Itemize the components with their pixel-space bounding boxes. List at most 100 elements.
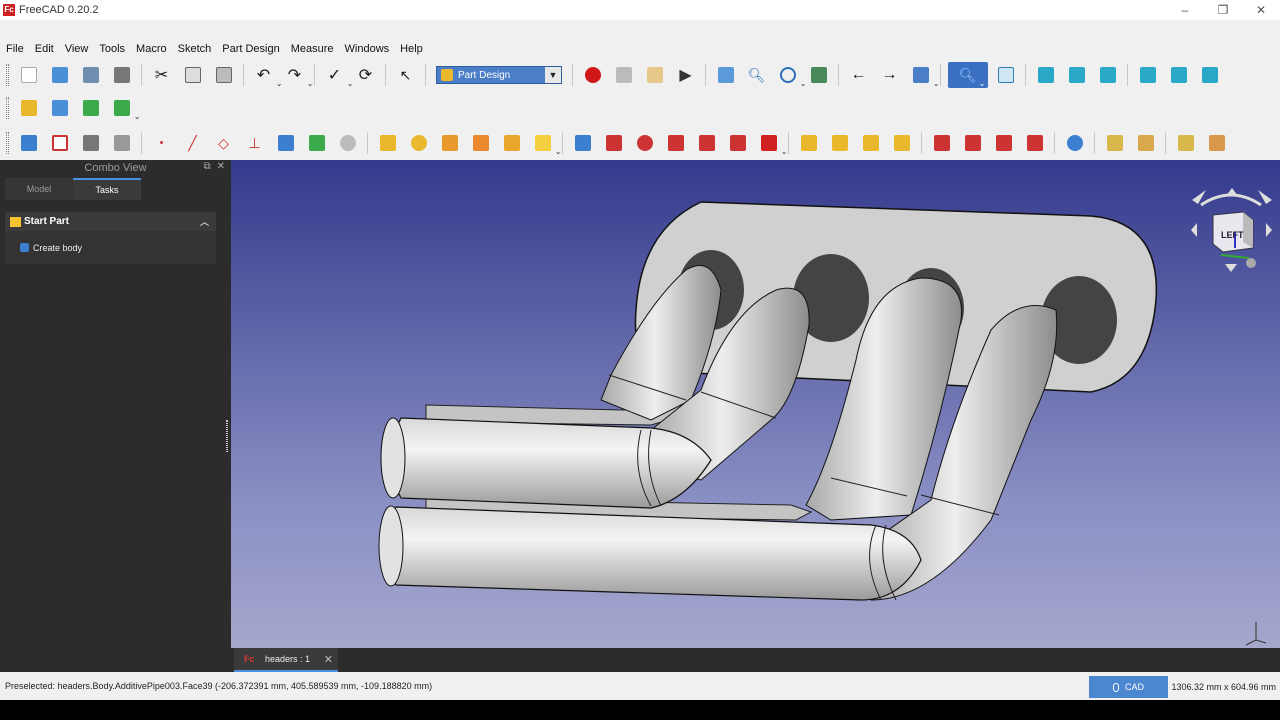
polar-pattern-button[interactable] xyxy=(858,130,884,156)
sprocket-button[interactable] xyxy=(335,130,361,156)
draft-button[interactable] xyxy=(991,130,1017,156)
macro-stop-button[interactable] xyxy=(611,62,637,88)
subtractive-primitive-button[interactable]: ⌄ xyxy=(756,130,788,156)
additive-helix-button[interactable] xyxy=(499,130,525,156)
linear-pattern-button[interactable] xyxy=(827,130,853,156)
open-button[interactable] xyxy=(47,62,73,88)
multi-transform-button[interactable] xyxy=(889,130,915,156)
whats-this-button[interactable]: ↖ xyxy=(393,62,419,88)
menu-macro[interactable]: Macro xyxy=(130,43,172,55)
restore-button[interactable]: ❐ xyxy=(1204,0,1242,20)
menu-windows[interactable]: Windows xyxy=(339,43,395,55)
document-tab[interactable]: Fc headers : 1 ✕ xyxy=(234,648,338,672)
clone-button[interactable] xyxy=(304,130,330,156)
create-part-button[interactable] xyxy=(16,95,42,121)
additive-pipe-button[interactable] xyxy=(468,130,494,156)
exhaust-headers-model[interactable]: LEFT xyxy=(231,160,1280,648)
view-right-button[interactable] xyxy=(1095,62,1121,88)
create-sketch-button[interactable] xyxy=(47,130,73,156)
back-button[interactable]: ← xyxy=(846,62,872,88)
task-panel-header[interactable]: Start Part ︿ xyxy=(5,212,216,231)
tab-tasks[interactable]: Tasks xyxy=(73,178,141,200)
create-link-button[interactable] xyxy=(78,95,104,121)
subtractive-helix-button[interactable] xyxy=(725,130,751,156)
revolution-button[interactable] xyxy=(406,130,432,156)
menu-edit[interactable]: Edit xyxy=(29,43,59,55)
view-front-button[interactable] xyxy=(1033,62,1059,88)
menu-help[interactable]: Help xyxy=(394,43,428,55)
panel-splitter[interactable] xyxy=(226,420,228,452)
recompute-button[interactable]: ⟳ xyxy=(353,62,379,88)
view-isometric-button[interactable] xyxy=(993,62,1019,88)
subtractive-loft-button[interactable] xyxy=(663,130,689,156)
toolbar-grip[interactable] xyxy=(6,64,9,86)
create-body-link[interactable]: Create body xyxy=(33,243,82,253)
menu-file[interactable]: File xyxy=(0,43,29,55)
create-body-button[interactable] xyxy=(16,130,42,156)
view-top-button[interactable] xyxy=(1064,62,1090,88)
macro-record-button[interactable] xyxy=(580,62,606,88)
datum-plane-button[interactable]: ◇ xyxy=(211,130,237,156)
refresh-check-button[interactable]: ✓ ⌄ xyxy=(322,62,354,88)
view-left-button[interactable] xyxy=(1197,62,1223,88)
measure-linear-button[interactable] xyxy=(1102,130,1128,156)
hole-button[interactable] xyxy=(601,130,627,156)
copy-button[interactable] xyxy=(180,62,206,88)
sync-view-button[interactable]: ⌄ xyxy=(908,62,940,88)
pocket-button[interactable] xyxy=(570,130,596,156)
navigation-style-button[interactable]: CAD xyxy=(1089,676,1168,698)
forward-button[interactable]: → xyxy=(877,62,903,88)
minimize-button[interactable]: – xyxy=(1166,0,1204,20)
draw-style-button[interactable]: ⌄ xyxy=(775,62,807,88)
create-group-button[interactable] xyxy=(47,95,73,121)
local-cs-button[interactable]: ⊥ xyxy=(242,130,268,156)
fillet-button[interactable] xyxy=(929,130,955,156)
toolbar-grip[interactable] xyxy=(6,132,9,154)
print-button[interactable] xyxy=(109,62,135,88)
undo-button[interactable]: ↶ ⌄ xyxy=(251,62,283,88)
sub-shape-binder-button[interactable] xyxy=(273,130,299,156)
workbench-selector[interactable]: Part Design ▼ xyxy=(436,66,562,84)
paste-button[interactable] xyxy=(211,62,237,88)
link-actions-button[interactable]: ⌄ xyxy=(109,95,141,121)
chamfer-button[interactable] xyxy=(960,130,986,156)
subtractive-pipe-button[interactable] xyxy=(694,130,720,156)
view-rear-button[interactable] xyxy=(1135,62,1161,88)
menu-sketch[interactable]: Sketch xyxy=(172,43,217,55)
3d-viewport[interactable]: LEFT xyxy=(231,160,1280,648)
close-icon[interactable]: ✕ xyxy=(217,161,225,172)
close-icon[interactable]: ✕ xyxy=(324,653,333,666)
boolean-button[interactable] xyxy=(1062,130,1088,156)
fit-selection-button[interactable]: 🔍︎ xyxy=(744,62,770,88)
close-button[interactable]: ✕ xyxy=(1242,0,1280,20)
view-bottom-button[interactable] xyxy=(1166,62,1192,88)
shape-binder-button[interactable] xyxy=(109,130,135,156)
macro-edit-button[interactable] xyxy=(642,62,668,88)
fit-all-button[interactable] xyxy=(713,62,739,88)
menu-view[interactable]: View xyxy=(59,43,94,55)
measure-delta-button[interactable] xyxy=(1204,130,1230,156)
chevron-up-icon[interactable]: ︿ xyxy=(200,215,209,228)
datum-point-button[interactable]: • xyxy=(149,130,175,156)
pad-button[interactable] xyxy=(375,130,401,156)
additive-loft-button[interactable] xyxy=(437,130,463,156)
menu-part-design[interactable]: Part Design xyxy=(216,43,284,55)
float-icon[interactable]: ⧉ xyxy=(203,161,210,172)
measure-clear-button[interactable] xyxy=(1133,130,1159,156)
macro-run-button[interactable]: ▶ xyxy=(673,62,699,88)
measure-toggle-button[interactable] xyxy=(1173,130,1199,156)
bounding-box-button[interactable] xyxy=(806,62,832,88)
save-button[interactable] xyxy=(78,62,104,88)
validate-sketch-button[interactable] xyxy=(78,130,104,156)
datum-line-button[interactable]: ╱ xyxy=(180,130,206,156)
tab-model[interactable]: Model xyxy=(5,178,73,200)
redo-button[interactable]: ↷ ⌄ xyxy=(282,62,314,88)
thickness-button[interactable] xyxy=(1022,130,1048,156)
cut-button[interactable]: ✂ xyxy=(149,62,175,88)
menu-tools[interactable]: Tools xyxy=(93,43,130,55)
groove-button[interactable] xyxy=(632,130,658,156)
new-document-button[interactable] xyxy=(16,62,42,88)
additive-primitive-button[interactable]: ⌄ xyxy=(530,130,562,156)
std-views-button[interactable]: 🔍︎ ⌄ xyxy=(947,62,988,88)
toolbar-grip[interactable] xyxy=(6,97,9,119)
